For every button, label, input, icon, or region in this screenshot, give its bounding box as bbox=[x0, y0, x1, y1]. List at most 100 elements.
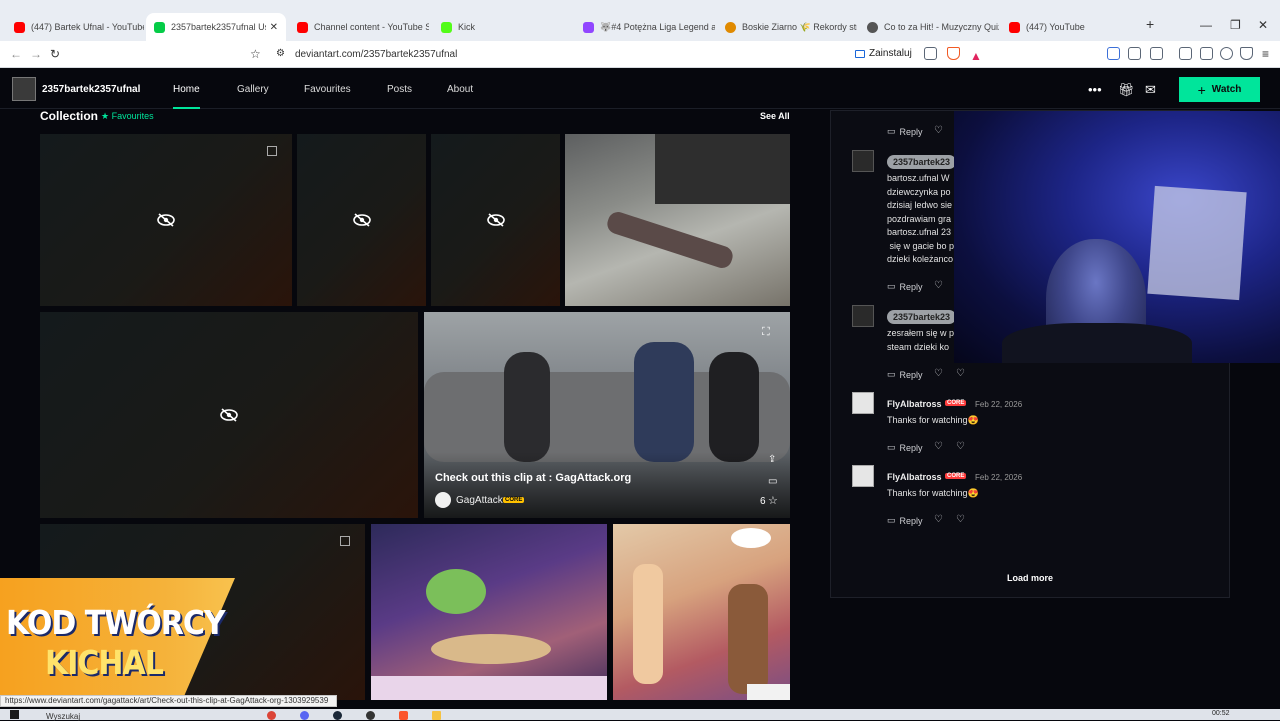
clip-author[interactable]: GagAttack bbox=[456, 495, 503, 506]
menu-icon[interactable]: ≡ bbox=[1262, 47, 1269, 61]
cartoon-room-thumbnail[interactable] bbox=[371, 524, 607, 700]
brave-rewards-icon[interactable]: ▲ bbox=[970, 47, 983, 63]
message-icon[interactable]: ✉ bbox=[1145, 82, 1156, 98]
browser-tab-kick[interactable]: Kick bbox=[433, 16, 573, 38]
url-field[interactable]: deviantart.com/2357bartek2357ufnal bbox=[295, 49, 457, 60]
commenter-name[interactable]: 2357bartek23 bbox=[887, 155, 957, 169]
watch-label: Watch bbox=[1211, 84, 1242, 95]
browser-tab-channel-content[interactable]: Channel content - YouTube St bbox=[289, 16, 429, 38]
forward-icon[interactable]: → bbox=[30, 47, 42, 61]
dislike-icon[interactable]: ♡ bbox=[956, 368, 965, 379]
extensions-icon[interactable] bbox=[1128, 47, 1141, 60]
like-icon[interactable]: ♡ bbox=[934, 514, 943, 525]
browser-tab-deviantart[interactable]: 2357bartek2357ufnal User ✕ bbox=[146, 13, 286, 41]
cartoon-closet-thumbnail[interactable] bbox=[613, 524, 790, 700]
commenter-name[interactable]: 2357bartek23 bbox=[887, 310, 957, 324]
gagattack-avatar[interactable] bbox=[435, 492, 451, 508]
reply-button[interactable]: ▭ Reply bbox=[887, 515, 923, 526]
site-info-icon[interactable]: ⚙ bbox=[276, 48, 285, 59]
close-window-icon[interactable]: ✕ bbox=[1258, 18, 1268, 32]
leo-icon[interactable] bbox=[1220, 47, 1233, 60]
comment-icon[interactable]: ▭ bbox=[768, 476, 777, 487]
discord-icon[interactable] bbox=[300, 711, 309, 720]
steam-icon[interactable] bbox=[333, 711, 342, 720]
chrome-icon[interactable] bbox=[267, 711, 276, 720]
hidden-deviation-tile[interactable] bbox=[40, 312, 418, 518]
browser-tab-youtube-bartek[interactable]: (447) Bartek Ufnal - YouTube bbox=[6, 16, 144, 38]
status-link-preview: https://www.deviantart.com/gagattack/art… bbox=[0, 695, 337, 707]
restore-icon[interactable]: ❐ bbox=[1230, 18, 1241, 32]
commenter-avatar[interactable] bbox=[852, 465, 874, 487]
favourite-star-icon[interactable]: ☆ bbox=[768, 494, 778, 507]
kitchen-photo-thumbnail[interactable] bbox=[565, 134, 790, 306]
new-tab-button[interactable]: + bbox=[1146, 16, 1154, 32]
hidden-content-icon bbox=[487, 213, 505, 227]
dislike-icon[interactable]: ♡ bbox=[956, 514, 965, 525]
hidden-deviation-tile[interactable] bbox=[40, 134, 292, 306]
reply-icon: ▭ bbox=[887, 515, 896, 525]
collection-favourites-link[interactable]: ★ Favourites bbox=[101, 111, 154, 122]
site-username[interactable]: 2357bartek2357ufnal bbox=[42, 84, 140, 95]
reply-button[interactable]: ▭ Reply bbox=[887, 442, 923, 453]
expand-icon[interactable]: ⛶ bbox=[762, 326, 770, 339]
commenter-name[interactable]: FlyAlbatross bbox=[887, 399, 942, 409]
more-options-icon[interactable]: ••• bbox=[1088, 82, 1102, 97]
reload-icon[interactable]: ↻ bbox=[50, 47, 60, 61]
commenter-avatar[interactable] bbox=[852, 392, 874, 414]
bookmark-icon[interactable]: ☆ bbox=[250, 47, 261, 61]
reply-button[interactable]: ▭ Reply bbox=[887, 281, 923, 292]
commenter-name[interactable]: FlyAlbatross bbox=[887, 472, 942, 482]
dislike-icon[interactable]: ♡ bbox=[956, 441, 965, 452]
like-icon[interactable]: ♡ bbox=[934, 441, 943, 452]
user-avatar[interactable] bbox=[12, 77, 36, 101]
browser-tab-twitch[interactable]: 🐺#4 Potężna Liga Legend a p bbox=[575, 16, 715, 38]
windows-start-icon[interactable] bbox=[10, 710, 19, 719]
tab-favourites[interactable]: Favourites bbox=[304, 84, 351, 95]
install-button[interactable]: Zainstaluj bbox=[855, 48, 912, 59]
tab-posts[interactable]: Posts bbox=[387, 84, 412, 95]
close-tab-icon[interactable]: ✕ bbox=[270, 22, 278, 33]
hidden-deviation-tile[interactable] bbox=[431, 134, 560, 306]
tab-gallery[interactable]: Gallery bbox=[237, 84, 269, 95]
like-icon[interactable]: ♡ bbox=[934, 280, 943, 291]
browser-tab-boskie-ziarno[interactable]: Boskie Ziarno 🌾 Rekordy stre bbox=[717, 16, 857, 38]
translate-icon[interactable] bbox=[1107, 47, 1120, 60]
wallet-icon[interactable] bbox=[1200, 47, 1213, 60]
browser-tab-quiz[interactable]: Co to za Hit! - Muzyczny Quiz bbox=[859, 16, 999, 38]
back-icon[interactable]: ← bbox=[10, 47, 22, 61]
brave-shield-icon[interactable] bbox=[947, 47, 960, 60]
gift-icon[interactable]: 🎁︎ bbox=[1118, 82, 1135, 98]
like-icon[interactable]: ♡ bbox=[934, 368, 943, 379]
tab-title: Kick bbox=[458, 22, 476, 32]
vpn-icon[interactable] bbox=[1240, 47, 1253, 60]
promo-title: KOD TWÓRCY bbox=[6, 604, 226, 643]
minimize-icon[interactable]: — bbox=[1200, 18, 1212, 32]
brave-icon[interactable] bbox=[399, 711, 408, 720]
see-all-link[interactable]: See All bbox=[760, 111, 790, 121]
file-explorer-icon[interactable] bbox=[432, 711, 441, 720]
load-more-button[interactable]: Load more bbox=[1007, 573, 1053, 583]
reply-button[interactable]: ▭ Reply bbox=[887, 126, 923, 137]
clip-caption[interactable]: Check out this clip at : GagAttack.org bbox=[435, 472, 631, 484]
reply-button[interactable]: ▭ Reply bbox=[887, 369, 923, 380]
comment-text: Thanks for watching😍 bbox=[887, 415, 979, 425]
figure-shape bbox=[634, 342, 694, 462]
share-icon[interactable] bbox=[924, 47, 937, 60]
tab-title: Boskie Ziarno 🌾 Rekordy stre bbox=[742, 21, 857, 32]
hidden-deviation-tile[interactable] bbox=[297, 134, 426, 306]
commenter-avatar[interactable] bbox=[852, 150, 874, 172]
browser-tab-youtube[interactable]: (447) YouTube bbox=[1001, 16, 1131, 38]
youtube-icon bbox=[14, 21, 25, 33]
gagattack-clip-thumbnail[interactable]: ⛶ ⇪ ▭ bbox=[424, 312, 790, 518]
hidden-content-icon bbox=[220, 408, 238, 422]
obs-icon[interactable] bbox=[366, 711, 375, 720]
reading-mode-icon[interactable] bbox=[1150, 47, 1163, 60]
tab-about[interactable]: About bbox=[447, 84, 473, 95]
share-icon[interactable]: ⇪ bbox=[768, 454, 776, 465]
sidebar-icon[interactable] bbox=[1179, 47, 1192, 60]
tab-home[interactable]: Home bbox=[173, 84, 200, 95]
like-icon[interactable]: ♡ bbox=[934, 125, 943, 136]
commenter-avatar[interactable] bbox=[852, 305, 874, 327]
watch-button[interactable]: + Watch bbox=[1179, 77, 1260, 102]
signature-mark bbox=[747, 684, 790, 700]
